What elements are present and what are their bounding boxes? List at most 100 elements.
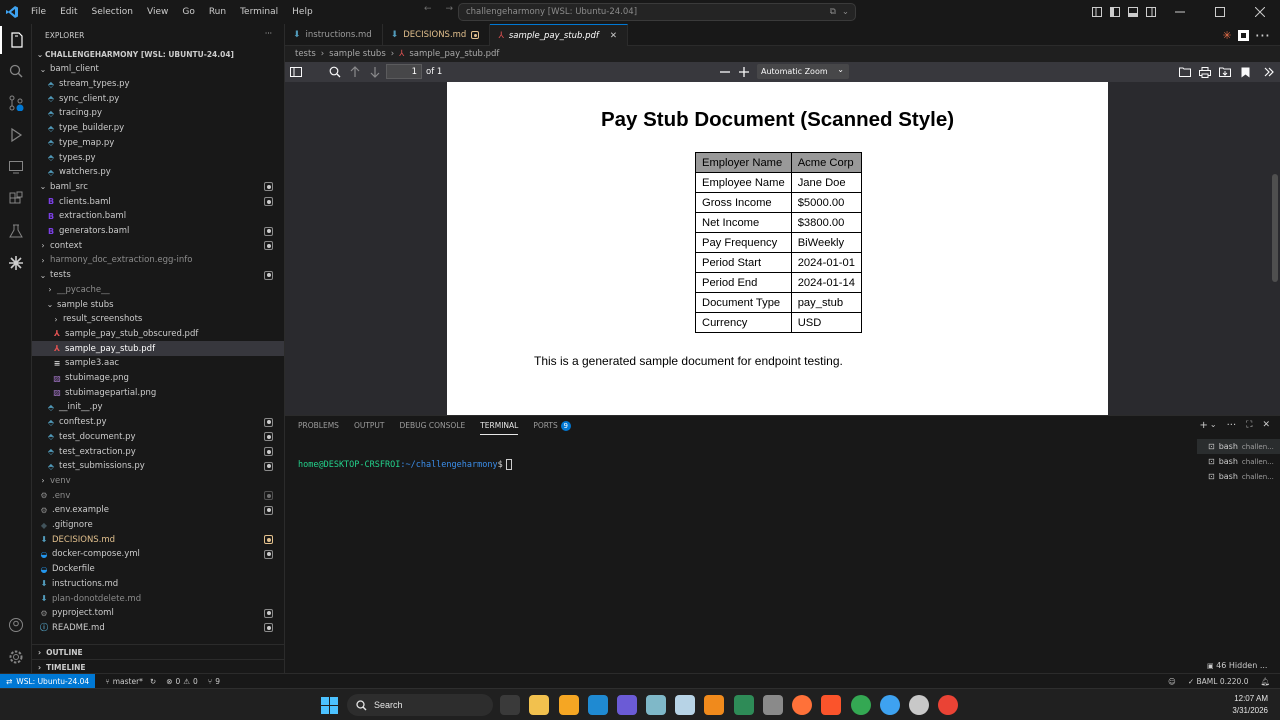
file-explorer-icon[interactable]: [529, 695, 549, 715]
timeline-section[interactable]: › TIMELINE: [32, 659, 284, 674]
more-actions-icon[interactable]: ···: [1255, 26, 1270, 45]
menu-run[interactable]: Run: [202, 7, 233, 17]
toggle-secondary-sidebar-icon[interactable]: [1142, 0, 1160, 24]
terminal-list-item[interactable]: ⊡ bash challen...: [1197, 439, 1280, 454]
remote-indicator[interactable]: ⇄ WSL: Ubuntu-24.04: [0, 673, 96, 689]
breadcrumb-item[interactable]: tests: [295, 49, 316, 59]
back-arrow-icon[interactable]: ←: [424, 4, 432, 14]
tree-folder[interactable]: ⌄ sample stubs: [32, 297, 284, 312]
baml-status[interactable]: ✓ BAML 0.220.0: [1188, 677, 1249, 686]
tree-file[interactable]: ⬘ type_map.py: [32, 136, 284, 151]
open-file-icon[interactable]: [1178, 65, 1192, 79]
zoom-select[interactable]: Automatic Zoom ⌄: [757, 64, 849, 79]
chevron-down-icon[interactable]: ⌄: [842, 7, 849, 17]
app-icon[interactable]: [559, 695, 579, 715]
more-actions-icon[interactable]: ···: [1227, 420, 1237, 431]
maximize-panel-icon[interactable]: ⛶: [1246, 420, 1252, 431]
bookmark-icon[interactable]: [1238, 65, 1252, 79]
tree-file[interactable]: ⬘ stream_types.py: [32, 77, 284, 92]
ports-status[interactable]: ⑂ 9: [208, 677, 220, 686]
vlc-icon[interactable]: [704, 695, 724, 715]
tree-file[interactable]: ⬘ test_submissions.py: [32, 459, 284, 474]
tree-file[interactable]: ⬇ DECISIONS.md: [32, 532, 284, 547]
tree-file[interactable]: ⅄ sample_pay_stub.pdf: [32, 341, 284, 356]
tree-folder[interactable]: ⌄ tests: [32, 268, 284, 283]
next-page-icon[interactable]: [368, 65, 382, 79]
save-icon[interactable]: [1218, 65, 1232, 79]
project-root[interactable]: ⌄ CHALLENGEHARMONY [WSL: UBUNTU-24.04]: [32, 46, 284, 62]
app-icon[interactable]: [734, 695, 754, 715]
system-clock[interactable]: 12:07 AM 3/31/2026: [1232, 693, 1268, 717]
testing-icon[interactable]: [0, 217, 32, 245]
tree-file[interactable]: ⬘ types.py: [32, 150, 284, 165]
tree-file[interactable]: Bgenerators.baml: [32, 224, 284, 239]
tree-file[interactable]: ⬘ __init__.py: [32, 400, 284, 415]
tree-file[interactable]: ▨ stubimagepartial.png: [32, 385, 284, 400]
taskbar-search[interactable]: Search: [347, 694, 493, 716]
tree-file[interactable]: Bextraction.baml: [32, 209, 284, 224]
breadcrumb-item[interactable]: sample stubs: [329, 49, 386, 59]
tree-file[interactable]: ⬘ test_extraction.py: [32, 444, 284, 459]
tree-file[interactable]: ⚙ pyproject.toml: [32, 606, 284, 621]
tree-file[interactable]: ⬘ tracing.py: [32, 106, 284, 121]
zoom-out-icon[interactable]: [718, 65, 732, 79]
terminal-prompt[interactable]: home@DESKTOP-CRSFROI:~/challengeharmony$: [298, 459, 512, 470]
app-icon[interactable]: [646, 695, 666, 715]
toggle-panel-icon[interactable]: [1124, 0, 1142, 24]
menu-edit[interactable]: Edit: [53, 7, 84, 17]
tree-file[interactable]: ◒ Dockerfile: [32, 562, 284, 577]
tree-file[interactable]: ◒ docker-compose.yml: [32, 547, 284, 562]
sidebar-toggle-icon[interactable]: [289, 65, 303, 79]
tab-decisions[interactable]: ⬇ DECISIONS.md: [383, 24, 491, 46]
tree-folder[interactable]: › harmony_doc_extraction.egg-info: [32, 253, 284, 268]
page-number-input[interactable]: [386, 64, 422, 79]
terminal-list-item[interactable]: ⊡ bash challen...: [1197, 454, 1280, 469]
tree-file[interactable]: ⬘ type_builder.py: [32, 121, 284, 136]
app-icon[interactable]: [763, 695, 783, 715]
remote-explorer-icon[interactable]: [0, 153, 32, 181]
forward-arrow-icon[interactable]: →: [446, 4, 454, 14]
toggle-sidebar-icon[interactable]: [1106, 0, 1124, 24]
tree-file[interactable]: ⬇ instructions.md: [32, 577, 284, 592]
split-editor-icon[interactable]: [1237, 29, 1249, 41]
accounts-icon[interactable]: [0, 611, 32, 639]
extensions-icon[interactable]: [0, 185, 32, 213]
tree-file[interactable]: ⓘ README.md: [32, 621, 284, 636]
search-icon[interactable]: [0, 57, 32, 85]
menu-view[interactable]: View: [140, 7, 175, 17]
chrome-icon[interactable]: [938, 695, 958, 715]
close-tab-icon[interactable]: ✕: [610, 31, 617, 41]
tree-file[interactable]: ⚙ .env: [32, 488, 284, 503]
tree-folder[interactable]: › result_screenshots: [32, 312, 284, 327]
new-terminal-icon[interactable]: +: [1200, 420, 1208, 431]
menu-go[interactable]: Go: [175, 7, 201, 17]
previous-page-icon[interactable]: [348, 65, 362, 79]
close-panel-icon[interactable]: ✕: [1262, 420, 1270, 431]
tree-file[interactable]: ⅄ sample_pay_stub_obscured.pdf: [32, 327, 284, 342]
vscode-taskbar-icon[interactable]: [588, 695, 608, 715]
more-actions-icon[interactable]: ···: [265, 29, 272, 38]
maximize-icon[interactable]: [1200, 0, 1240, 24]
tree-file[interactable]: ⚙ .env.example: [32, 503, 284, 518]
explorer-icon[interactable]: [0, 26, 32, 54]
chrome-icon[interactable]: [851, 695, 871, 715]
app-icon[interactable]: [909, 695, 929, 715]
tree-file[interactable]: ◆ .gitignore: [32, 518, 284, 533]
notifications-icon[interactable]: 🔔︎: [1260, 677, 1270, 686]
find-icon[interactable]: [328, 65, 342, 79]
source-control-icon[interactable]: [0, 89, 32, 117]
tree-file[interactable]: ⬘ conftest.py: [32, 415, 284, 430]
tools-chevron-icon[interactable]: [1262, 65, 1276, 79]
menu-selection[interactable]: Selection: [85, 7, 140, 17]
tree-file[interactable]: ⬘ test_document.py: [32, 430, 284, 445]
tree-folder[interactable]: › context: [32, 238, 284, 253]
tree-file[interactable]: ⬇ plan-donotdelete.md: [32, 591, 284, 606]
tab-sample-pay-stub[interactable]: ⅄ sample_pay_stub.pdf ✕: [490, 24, 629, 46]
tree-folder[interactable]: › __pycache__: [32, 283, 284, 298]
print-icon[interactable]: [1198, 65, 1212, 79]
tree-file[interactable]: Bclients.baml: [32, 194, 284, 209]
firefox-icon[interactable]: [792, 695, 812, 715]
tree-folder[interactable]: ⌄ baml_src: [32, 180, 284, 195]
tab-problems[interactable]: PROBLEMS: [298, 421, 339, 435]
manage-gear-icon[interactable]: [0, 643, 32, 671]
